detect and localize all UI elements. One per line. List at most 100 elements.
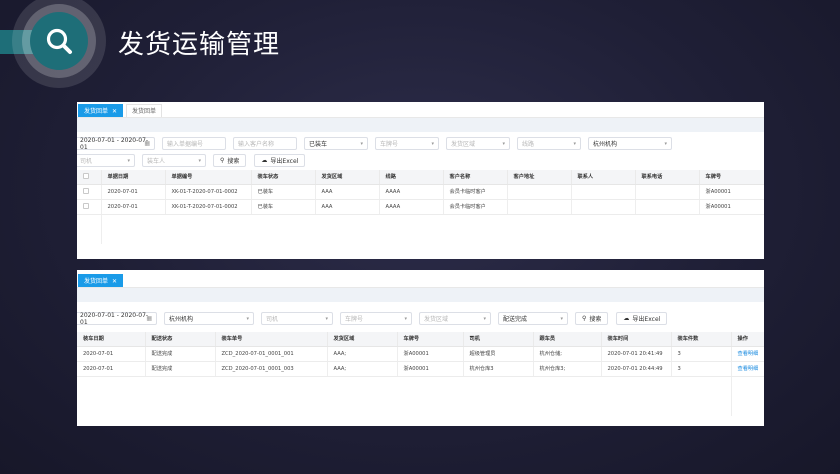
org-select[interactable]: 杭州机构 ▾	[588, 137, 672, 150]
table-cell: 杭州仓库3;	[533, 361, 602, 377]
loader-select[interactable]: 装车人 ▾	[142, 154, 206, 167]
table-row[interactable]: 2020-07-01 配送完成 ZCD_2020-07-01_0001_003 …	[77, 361, 764, 377]
export-excel-button[interactable]: ☁ 导出Excel	[254, 154, 306, 167]
checkbox[interactable]	[83, 172, 89, 179]
table-cell: 2020-07-01	[77, 346, 146, 362]
table-cell: 2020-07-01	[101, 199, 166, 215]
search-icon	[46, 28, 72, 54]
tab-bar: 发货回单 ✕	[77, 270, 764, 288]
cloud-download-icon: ☁	[261, 157, 268, 164]
column-header[interactable]: 装车件数	[671, 332, 732, 347]
ship-area-select[interactable]: 发货区域 ▾	[419, 312, 491, 325]
ship-area-select[interactable]: 发货区域 ▾	[446, 137, 510, 150]
table-cell: AAA	[315, 184, 380, 200]
select-all-cell[interactable]	[77, 170, 102, 185]
chevron-down-icon: ▾	[573, 141, 576, 147]
chevron-down-icon: ▾	[325, 316, 328, 322]
table-cell: 杭州仓储;	[533, 346, 602, 362]
column-header[interactable]: 装车单号	[215, 332, 328, 347]
column-header[interactable]: 联系电话	[635, 170, 700, 185]
driver-select[interactable]: 司机 ▾	[77, 154, 135, 167]
column-header[interactable]: 线路	[379, 170, 444, 185]
column-header[interactable]: 客户地址	[507, 170, 572, 185]
table-cell: 会员卡临时客户	[443, 199, 508, 215]
table-cell: 杭州仓库3	[463, 361, 534, 377]
table-cell: AAAA	[379, 184, 444, 200]
order-no-input[interactable]: 输入单据编号	[162, 137, 226, 150]
sub-toolbar	[77, 118, 764, 132]
column-header[interactable]: 跟车员	[533, 332, 602, 347]
table-cell: 已装车	[251, 199, 316, 215]
tab-delivery-receipt[interactable]: 发货回单 ✕	[78, 104, 124, 118]
page-title: 发货运输管理	[118, 30, 281, 60]
view-details-link[interactable]: 查看明细	[731, 361, 764, 377]
close-icon[interactable]: ✕	[112, 105, 117, 118]
table-cell: 配送完成	[145, 361, 216, 377]
close-icon[interactable]: ✕	[112, 275, 117, 288]
row-select-cell[interactable]	[77, 184, 102, 200]
column-header[interactable]: 装车状态	[251, 170, 316, 185]
view-details-link[interactable]: 查看明细	[731, 346, 764, 362]
table-cell: 2020-07-01 20:44:49	[601, 361, 672, 377]
date-range-picker[interactable]: 2020-07-01 - 2020-07-01 ▦	[77, 137, 155, 151]
table-cell: AAA;	[327, 361, 398, 377]
plate-select[interactable]: 车牌号 ▾	[340, 312, 412, 325]
plate-select[interactable]: 车牌号 ▾	[375, 137, 439, 150]
table-cell: 3	[671, 346, 732, 362]
table-cell: 已装车	[251, 184, 316, 200]
column-header[interactable]: 客户名称	[443, 170, 508, 185]
column-header[interactable]: 装车日期	[77, 332, 146, 347]
route-select[interactable]: 线路 ▾	[517, 137, 581, 150]
search-icon: ⚲	[220, 157, 225, 164]
table-cell: XK-01-T-2020-07-01-0002	[165, 184, 252, 200]
column-header[interactable]: 发货区域	[327, 332, 398, 347]
tab-delivery-receipt[interactable]: 发货回单 ✕	[78, 274, 124, 288]
table-cell	[571, 184, 636, 200]
column-header[interactable]: 发货区域	[315, 170, 380, 185]
table-cell: ZCD_2020-07-01_0001_003	[215, 361, 328, 377]
chevron-down-icon: ▾	[483, 316, 486, 322]
table-empty-area	[77, 214, 764, 244]
table-row[interactable]: 2020-07-01 XK-01-T-2020-07-01-0002 已装车 A…	[77, 199, 764, 215]
column-header[interactable]: 单据编号	[165, 170, 252, 185]
tab-bar: 发货回单 ✕ 发货回单	[77, 102, 764, 118]
chevron-down-icon: ▾	[502, 141, 505, 147]
header-badge	[30, 12, 88, 70]
org-select[interactable]: 杭州机构 ▾	[164, 312, 254, 325]
filter-area: 2020-07-01 - 2020-07-01 ▦ 输入单据编号 输入客户名称 …	[77, 132, 764, 168]
column-header[interactable]: 装车时间	[601, 332, 672, 347]
column-header[interactable]: 车牌号	[397, 332, 464, 347]
chevron-down-icon: ▾	[127, 158, 130, 164]
search-button[interactable]: ⚲ 搜索	[575, 312, 609, 325]
table-cell: 浙A00001	[699, 184, 764, 200]
table-cell: 2020-07-01	[77, 361, 146, 377]
table-cell: ZCD_2020-07-01_0001_001	[215, 346, 328, 362]
column-header[interactable]: 单据日期	[101, 170, 166, 185]
customer-name-input[interactable]: 输入客户名称	[233, 137, 297, 150]
export-excel-button[interactable]: ☁ 导出Excel	[616, 312, 668, 325]
checkbox[interactable]	[83, 187, 89, 194]
tab-delivery-receipt-2[interactable]: 发货回单	[126, 104, 163, 117]
tab-label: 发货回单	[132, 107, 157, 115]
table-cell: XK-01-T-2020-07-01-0002	[165, 199, 252, 215]
column-header[interactable]: 配送状态	[145, 332, 216, 347]
search-button[interactable]: ⚲ 搜索	[213, 154, 247, 167]
chevron-down-icon: ▾	[404, 316, 407, 322]
checkbox[interactable]	[83, 202, 89, 209]
column-header[interactable]: 车牌号	[699, 170, 764, 185]
row-select-cell[interactable]	[77, 199, 102, 215]
load-status-select[interactable]: 已装车 ▾	[304, 137, 368, 150]
table-cell	[507, 184, 572, 200]
table-row[interactable]: 2020-07-01 XK-01-T-2020-07-01-0002 已装车 A…	[77, 184, 764, 200]
table-header-row: 单据日期 单据编号 装车状态 发货区域 线路 客户名称 客户地址 联系人 联系电…	[77, 170, 764, 185]
driver-select[interactable]: 司机 ▾	[261, 312, 333, 325]
delivery-status-select[interactable]: 配送完成 ▾	[498, 312, 568, 325]
loading-order-table: 装车日期 配送状态 装车单号 发货区域 车牌号 司机 跟车员 装车时间 装车件数…	[77, 332, 764, 416]
table-row[interactable]: 2020-07-01 配送完成 ZCD_2020-07-01_0001_001 …	[77, 346, 764, 362]
delivery-loading-panel: 发货回单 ✕ 2020-07-01 - 2020-07-01 ▦ 杭州机构 ▾ …	[77, 270, 764, 426]
filter-area: 2020-07-01 - 2020-07-01 ▦ 杭州机构 ▾ 司机 ▾ 车牌…	[77, 302, 764, 326]
table-header-row: 装车日期 配送状态 装车单号 发货区域 车牌号 司机 跟车员 装车时间 装车件数…	[77, 332, 764, 347]
column-header[interactable]: 司机	[463, 332, 534, 347]
date-range-picker[interactable]: 2020-07-01 - 2020-07-01 ▦	[77, 312, 157, 326]
column-header[interactable]: 联系人	[571, 170, 636, 185]
